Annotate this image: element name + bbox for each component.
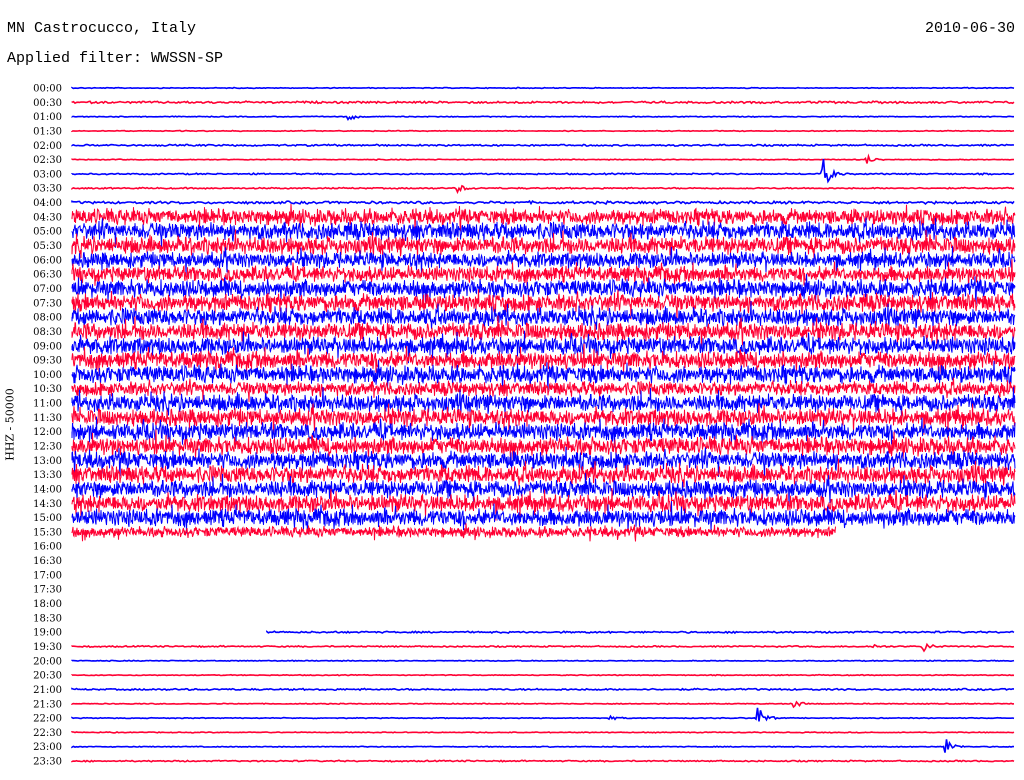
row-time-label: 17:30 bbox=[33, 585, 62, 596]
row-time-label: 02:00 bbox=[33, 141, 62, 152]
row-time-label: 05:30 bbox=[33, 241, 62, 252]
trace-2030 bbox=[71, 673, 1015, 677]
row-time-label: 03:30 bbox=[33, 184, 62, 195]
trace-0200 bbox=[71, 143, 1015, 148]
row-time-label: 00:30 bbox=[33, 98, 62, 109]
trace-1900 bbox=[266, 630, 1015, 635]
row-time-label: 22:30 bbox=[33, 728, 62, 739]
row-time-label: 19:30 bbox=[33, 642, 62, 653]
trace-2130 bbox=[71, 700, 1015, 709]
row-time-label: 14:00 bbox=[33, 484, 62, 495]
row-time-label: 03:00 bbox=[33, 169, 62, 180]
trace-0330 bbox=[71, 184, 1015, 195]
row-time-label: 16:00 bbox=[33, 542, 62, 553]
trace-0100 bbox=[71, 115, 1014, 121]
trace-0000 bbox=[71, 86, 1015, 90]
row-time-label: 12:00 bbox=[33, 427, 62, 438]
row-time-label: 09:30 bbox=[33, 356, 62, 367]
row-time-label: 23:30 bbox=[33, 757, 62, 768]
row-time-label: 13:30 bbox=[33, 470, 62, 481]
row-time-label: 07:00 bbox=[33, 284, 62, 295]
row-time-label: 04:00 bbox=[33, 198, 62, 209]
row-time-label: 11:30 bbox=[33, 413, 62, 424]
trace-0400 bbox=[71, 199, 1015, 206]
row-time-label: 20:00 bbox=[33, 656, 62, 667]
row-time-label: 11:00 bbox=[33, 399, 62, 410]
row-time-label: 20:30 bbox=[33, 671, 62, 682]
row-time-label: 14:30 bbox=[33, 499, 62, 510]
row-time-label: 18:30 bbox=[33, 613, 62, 624]
trace-2200 bbox=[71, 707, 1015, 722]
row-time-label: 18:00 bbox=[33, 599, 62, 610]
trace-2100 bbox=[71, 687, 1014, 692]
row-time-label: 22:00 bbox=[33, 714, 62, 725]
trace-0230 bbox=[71, 153, 1015, 164]
trace-2300 bbox=[71, 739, 1014, 753]
row-time-label: 08:30 bbox=[33, 327, 62, 338]
row-time-label: 07:30 bbox=[33, 298, 62, 309]
row-time-label: 09:00 bbox=[33, 341, 62, 352]
row-time-label: 19:00 bbox=[33, 628, 62, 639]
row-time-label: 10:00 bbox=[33, 370, 62, 381]
trace-0130 bbox=[71, 129, 1015, 133]
row-time-label: 08:00 bbox=[33, 313, 62, 324]
helicorder-plot: 00:00 00:30 01:00 01:30 02:00 02:30 03:00 03:30… bbox=[33, 84, 1016, 768]
row-time-label: 21:30 bbox=[33, 699, 62, 710]
row-time-label: 15:30 bbox=[33, 527, 62, 538]
row-time-label: 01:30 bbox=[33, 126, 62, 137]
row-time-label: 10:30 bbox=[33, 384, 62, 395]
row-time-label: 15:00 bbox=[33, 513, 62, 524]
row-time-label: 23:00 bbox=[33, 742, 62, 753]
row-time-label: 04:30 bbox=[33, 212, 62, 223]
trace-2000 bbox=[71, 659, 1015, 663]
row-time-label: 12:30 bbox=[33, 442, 62, 453]
row-time-label: 21:00 bbox=[33, 685, 62, 696]
trace-2330 bbox=[71, 759, 1015, 763]
row-time-label: 17:00 bbox=[33, 570, 62, 581]
trace-0300 bbox=[71, 158, 1015, 184]
row-time-label: 01:00 bbox=[33, 112, 62, 123]
row-time-label: 00:00 bbox=[33, 84, 62, 95]
trace-1930 bbox=[71, 642, 1015, 653]
row-time-label: 06:00 bbox=[33, 255, 62, 266]
trace-2230 bbox=[71, 730, 1015, 734]
row-time-label: 16:30 bbox=[33, 556, 62, 567]
row-time-label: 02:30 bbox=[33, 155, 62, 166]
row-time-label: 05:00 bbox=[33, 227, 62, 238]
row-time-label: 13:00 bbox=[33, 456, 62, 467]
row-time-label: 06:30 bbox=[33, 270, 62, 281]
trace-0030 bbox=[71, 99, 1015, 105]
